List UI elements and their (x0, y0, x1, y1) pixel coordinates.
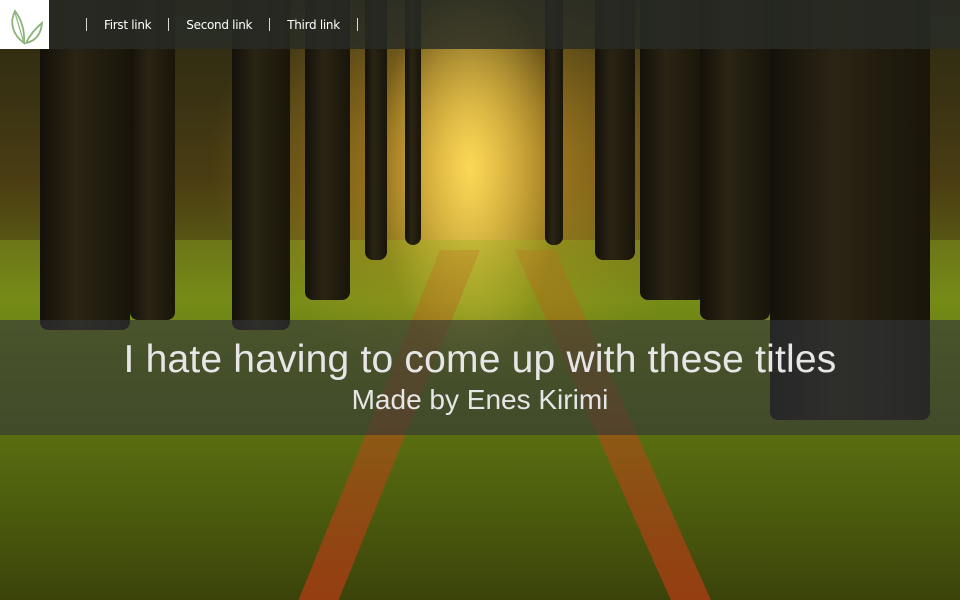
nav-link-first[interactable]: First link (87, 18, 168, 32)
nav-divider (356, 18, 358, 31)
page-subtitle: Made by Enes Kirimi (351, 384, 609, 415)
page-title: I hate having to come up with these titl… (123, 338, 837, 381)
top-navbar: First link Second link Third link (0, 0, 960, 49)
nav-link-second[interactable]: Second link (169, 18, 269, 32)
tree-trunk (40, 0, 130, 330)
title-band: I hate having to come up with these titl… (0, 320, 960, 435)
logo[interactable] (0, 0, 49, 49)
nav-link-third[interactable]: Third link (270, 18, 357, 32)
tree-trunk (232, 0, 290, 330)
hero-background (0, 0, 960, 600)
nav-links: First link Second link Third link (86, 0, 358, 49)
leaf-icon (10, 8, 43, 45)
